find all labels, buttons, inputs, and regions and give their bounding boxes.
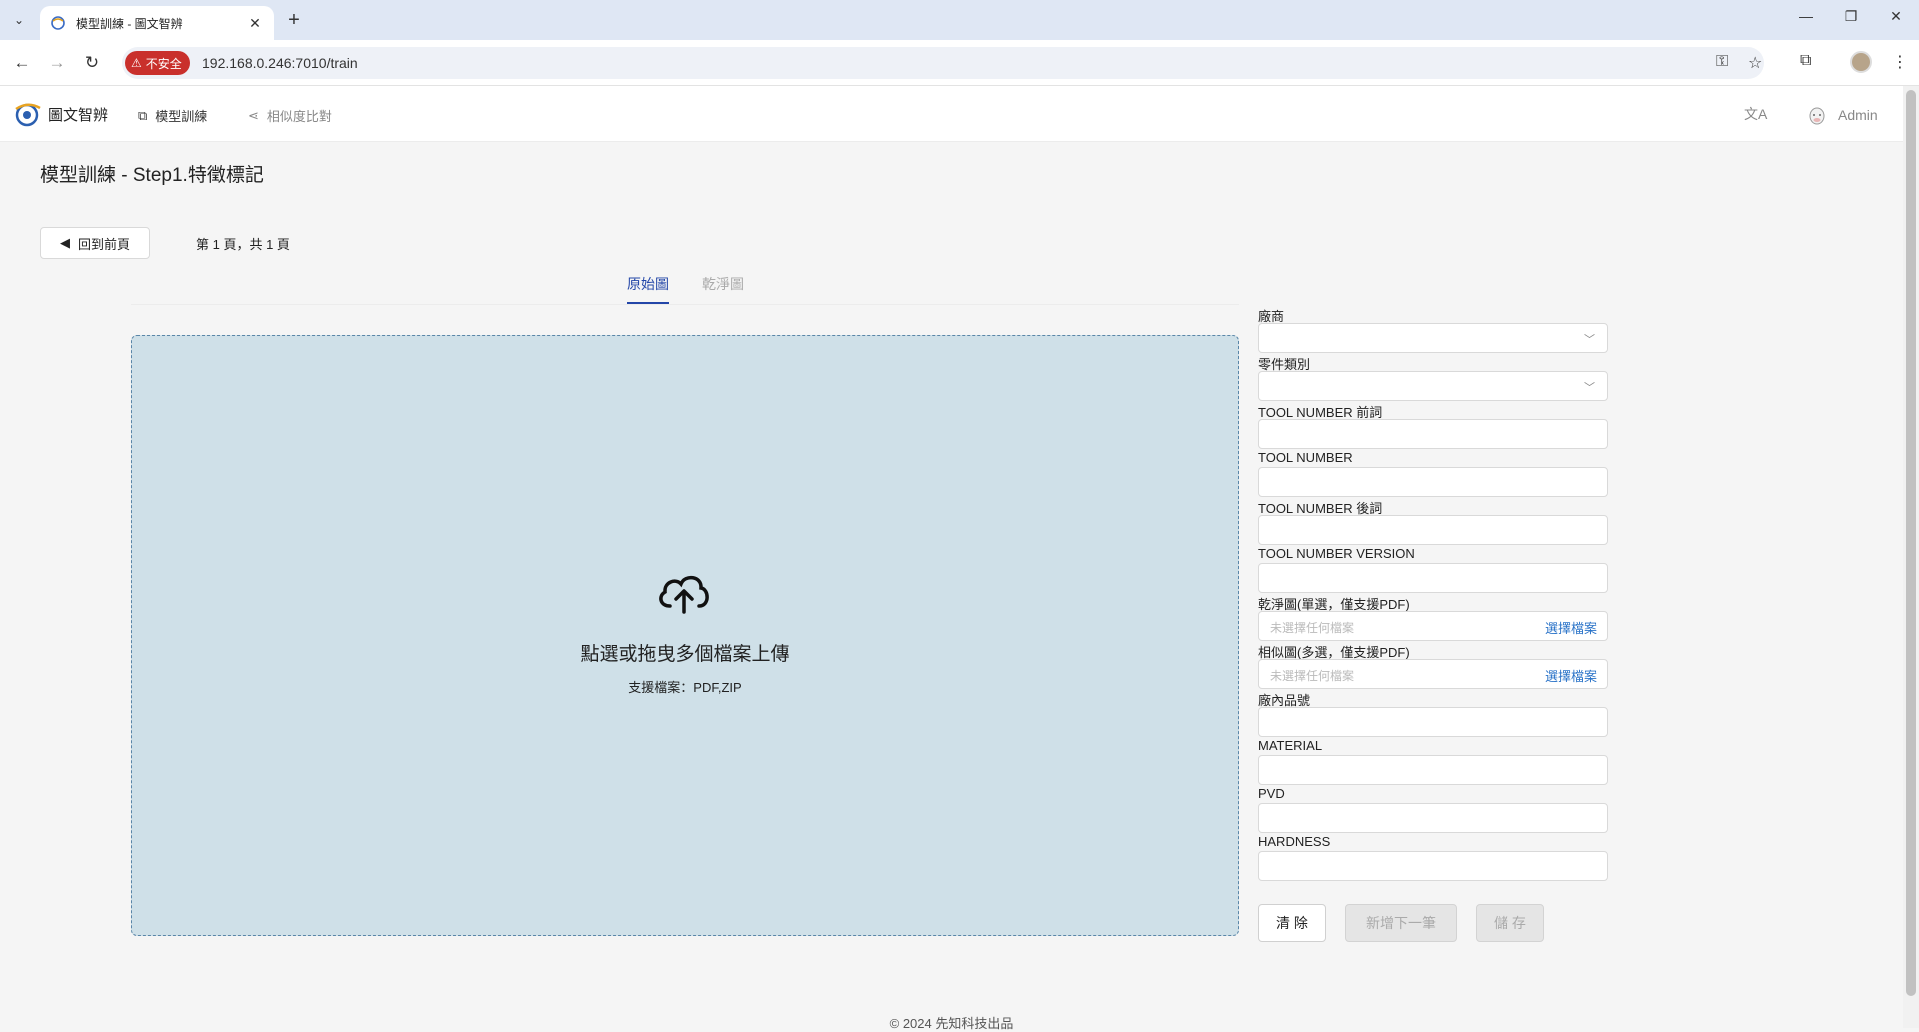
password-key-icon[interactable]: ⚿ — [1716, 53, 1728, 71]
tab-clean-image[interactable]: 乾淨圖 — [702, 274, 744, 302]
similar-image-file-label: 相似圖(多選，僅支援PDF) — [1258, 645, 1410, 660]
back-arrow-icon[interactable]: ← — [10, 52, 34, 76]
form-actions: 清 除 新增下一筆 儲 存 — [1258, 904, 1544, 942]
vendor-select[interactable]: ﹀ — [1258, 323, 1608, 353]
minimize-icon[interactable]: — — [1792, 8, 1820, 24]
image-tabs: 原始圖 乾淨圖 — [131, 268, 1239, 305]
avatar-cow-icon — [1809, 107, 1825, 125]
tool-number-prefix-input[interactable] — [1258, 419, 1608, 449]
extensions-icon[interactable]: ⧉ — [1800, 52, 1811, 70]
close-window-icon[interactable]: ✕ — [1882, 8, 1910, 25]
warning-triangle-icon: ⚠ — [131, 56, 142, 70]
pvd-input[interactable] — [1258, 803, 1608, 833]
tab-original-image[interactable]: 原始圖 — [627, 274, 669, 304]
part-category-label: 零件類別 — [1258, 357, 1311, 372]
caret-left-icon: ◀ — [59, 235, 70, 250]
upload-dropzone[interactable]: 點選或拖曳多個檔案上傳 支援檔案：PDF,ZIP — [131, 335, 1239, 936]
hardness-input[interactable] — [1258, 851, 1608, 881]
logo-icon — [15, 103, 41, 127]
scrollbar-thumb[interactable] — [1906, 90, 1916, 996]
cloud-upload-icon — [659, 575, 709, 614]
save-button[interactable]: 儲 存 — [1476, 904, 1544, 942]
footer-copyright: © 2024 先知科技出品 — [889, 1016, 1014, 1031]
file-placeholder: 未選擇任何檔案 — [1270, 669, 1355, 683]
chevron-down-icon: ﹀ — [1584, 334, 1595, 346]
app-logo[interactable]: 圖文智辨 — [14, 100, 108, 128]
browser-tab[interactable]: 模型訓練 - 圖文智辨 ✕ — [40, 6, 274, 40]
tool-number-suffix-label: TOOL NUMBER 後詞 — [1258, 501, 1383, 516]
hardness-label: HARDNESS — [1258, 834, 1331, 849]
nav-model-training[interactable]: ⧉ 模型訓練 — [138, 106, 207, 125]
tool-number-prefix-label: TOOL NUMBER 前詞 — [1258, 405, 1383, 420]
tab-close-icon[interactable]: ✕ — [246, 15, 264, 32]
reload-icon[interactable]: ↻ — [80, 52, 104, 76]
bookmark-star-icon[interactable]: ☆ — [1748, 53, 1762, 73]
user-menu[interactable]: Admin — [1806, 104, 1878, 126]
file-placeholder: 未選擇任何檔案 — [1270, 621, 1355, 635]
add-next-button[interactable]: 新增下一筆 — [1345, 904, 1457, 942]
tool-number-input[interactable] — [1258, 467, 1608, 497]
new-tab-button[interactable]: + — [282, 9, 306, 33]
insecure-label: 不安全 — [145, 56, 182, 71]
clean-image-file-input[interactable]: 未選擇任何檔案 選擇檔案 — [1258, 611, 1608, 641]
user-name: Admin — [1838, 107, 1878, 123]
chevron-down-icon: ﹀ — [1584, 382, 1595, 394]
forward-arrow-icon[interactable]: → — [45, 52, 69, 76]
restore-icon[interactable]: ❐ — [1837, 8, 1865, 25]
back-button[interactable]: ◀ 回到前頁 — [40, 227, 150, 259]
profile-avatar[interactable] — [1850, 51, 1872, 73]
address-bar[interactable]: ⚠ 不安全 192.168.0.246:7010/train ⚿ ☆ — [122, 47, 1764, 79]
tool-number-label: TOOL NUMBER — [1258, 450, 1353, 465]
internal-part-no-input[interactable] — [1258, 707, 1608, 737]
copy-layers-icon: ⧉ — [138, 107, 148, 123]
url-text[interactable]: 192.168.0.246:7010/train — [202, 55, 358, 71]
page-scrollbar[interactable] — [1903, 86, 1919, 1028]
page-indicator: 第 1 頁，共 1 頁 — [196, 237, 290, 252]
app-header: 圖文智辨 ⧉ 模型訓練 ⋖ 相似度比對 文A Admin — [0, 86, 1903, 142]
tab-search-chevron-icon[interactable]: ⌄ — [8, 9, 30, 31]
clean-image-file-label: 乾淨圖(單選，僅支援PDF) — [1258, 597, 1410, 612]
share-nodes-icon: ⋖ — [248, 107, 259, 123]
material-input[interactable] — [1258, 755, 1608, 785]
part-category-select[interactable]: ﹀ — [1258, 371, 1608, 401]
nav-similarity-compare[interactable]: ⋖ 相似度比對 — [248, 106, 332, 125]
nav-label: 模型訓練 — [155, 109, 208, 124]
upload-supported-types: 支援檔案：PDF,ZIP — [628, 680, 742, 695]
choose-file-button[interactable]: 選擇檔案 — [1545, 666, 1597, 685]
insecure-badge[interactable]: ⚠ 不安全 — [125, 51, 190, 75]
pvd-label: PVD — [1258, 786, 1285, 801]
upload-instruction: 點選或拖曳多個檔案上傳 — [580, 644, 790, 665]
back-button-label: 回到前頁 — [77, 236, 130, 252]
feature-form: 廠商 ﹀ 零件類別 ﹀ TOOL NUMBER 前詞 TOOL NUMBER T… — [1258, 306, 1608, 882]
logo-text: 圖文智辨 — [48, 106, 109, 124]
tab-title: 模型訓練 - 圖文智辨 — [76, 16, 183, 31]
tool-number-version-input[interactable] — [1258, 563, 1608, 593]
tool-number-version-label: TOOL NUMBER VERSION — [1258, 546, 1415, 561]
similar-image-file-input[interactable]: 未選擇任何檔案 選擇檔案 — [1258, 659, 1608, 689]
choose-file-button[interactable]: 選擇檔案 — [1545, 618, 1597, 637]
material-label: MATERIAL — [1258, 738, 1323, 753]
browser-tabbar: ⌄ 模型訓練 - 圖文智辨 ✕ + — ❐ ✕ — [0, 0, 1919, 40]
browser-toolbar: ← → ↻ ⚠ 不安全 192.168.0.246:7010/train ⚿ ☆… — [0, 40, 1919, 86]
site-favicon-icon — [50, 15, 66, 31]
page-title: 模型訓練 - Step1.特徵標記 — [40, 165, 264, 186]
nav-label: 相似度比對 — [266, 109, 332, 124]
translate-icon[interactable]: 文A — [1744, 104, 1767, 124]
tool-number-suffix-input[interactable] — [1258, 515, 1608, 545]
browser-menu-icon[interactable]: ⋮ — [1892, 52, 1908, 72]
clear-button[interactable]: 清 除 — [1258, 904, 1326, 942]
vendor-label: 廠商 — [1258, 309, 1285, 324]
internal-part-no-label: 廠內品號 — [1258, 693, 1311, 708]
